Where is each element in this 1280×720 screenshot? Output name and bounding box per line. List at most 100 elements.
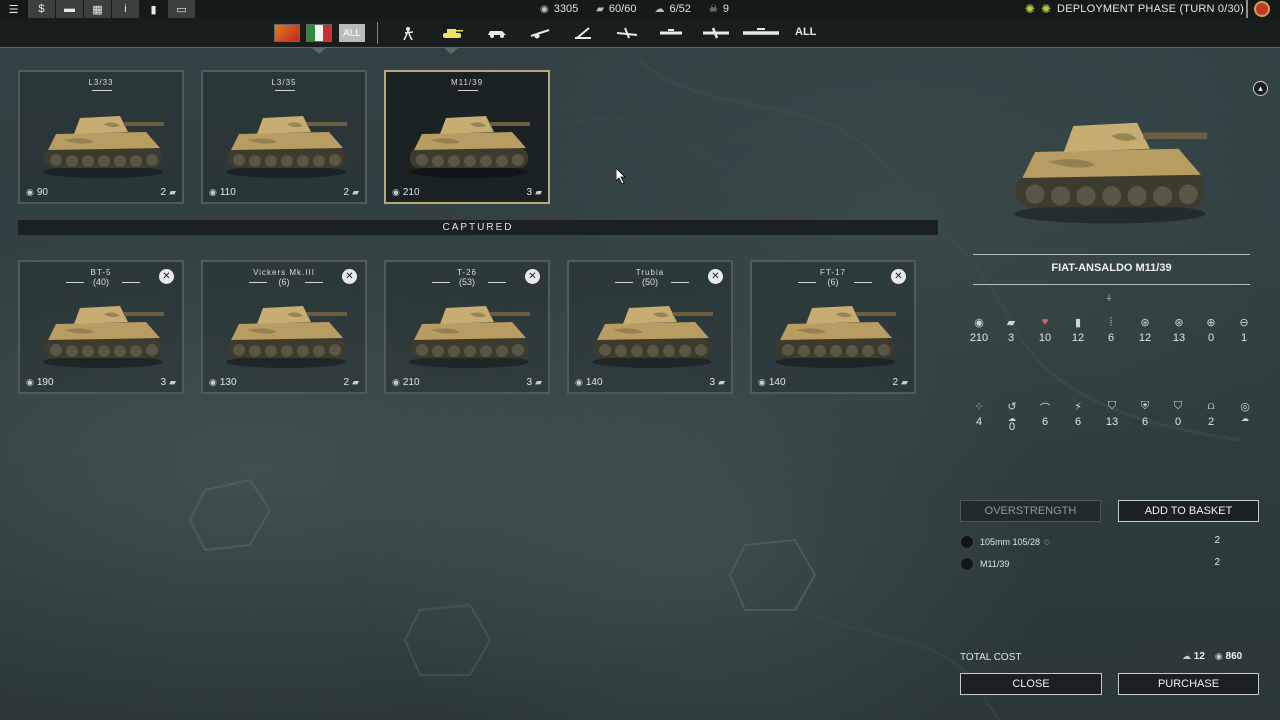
tank-image [43,306,164,368]
transport-plane-icon[interactable] [740,24,782,42]
faction-emblem-icon[interactable] [1254,1,1270,17]
remove-button[interactable]: ✕ [708,269,723,284]
cloud-icon: ☁ [654,3,665,15]
unit-card-trubia[interactable]: Trubia (50) ✕ ◉ 140 3 ▰ [567,260,733,394]
slots-icon: ▰ [1006,317,1016,329]
prestige-resource: ◉ 3305 [540,3,579,15]
divider [973,254,1250,255]
unit-name: FT-17 [820,268,846,277]
close-button[interactable]: CLOSE [960,673,1102,695]
basket-item[interactable]: M11/39 2 [960,556,1220,572]
unit-name: L3/33 [88,78,114,87]
stats-icon[interactable]: ▮ [140,0,168,18]
stat-air-attack: ⊕ 0 [1194,316,1228,344]
tank-image [409,306,530,368]
unit-name: L3/35 [271,78,297,87]
anti-air-icon[interactable] [572,24,596,42]
stat-naval-attack: ⊖ 1 [1227,316,1261,344]
money-icon[interactable]: $ [28,0,56,18]
unit-card-l3-33[interactable]: L3/33 ◉ 90 2 ▰ [18,70,184,204]
divider [275,90,295,91]
air-defense-icon: ⛉ [1173,400,1183,412]
stat-health: ♥ 10 [1028,316,1062,344]
coins-icon: ◉ [26,377,34,387]
unit-card-vickers[interactable]: Vickers Mk.III (6) ✕ ◉ 130 2 ▰ [201,260,367,394]
coins-icon: ◉ [26,187,34,197]
ground-defense-icon: ⛉ [1107,400,1117,412]
unit-card-ft-17[interactable]: FT-17 (6) ✕ ◉ 140 2 ▰ [750,260,916,394]
unit-cost: ◉ 140 [758,377,786,388]
collapse-panel-button[interactable]: ▲ [1253,81,1268,96]
remove-button[interactable]: ✕ [525,269,540,284]
tank-image [409,116,530,178]
infantry-icon[interactable] [398,24,418,42]
unit-card-bt-5[interactable]: BT-5 (40) ✕ ◉ 190 3 ▰ [18,260,184,394]
stat-entrenchment: ⩍ 2 [1194,400,1228,428]
tank-icon[interactable] [440,24,464,42]
tank-slots-resource: ▰ 60/60 [596,3,637,15]
armored-car-icon[interactable] [485,24,509,42]
tank-slots-icon: ▰ [352,377,359,387]
fighter-icon[interactable] [614,24,640,42]
movement-icon: ⁘ [974,401,984,413]
coins-icon: ◉ [1214,651,1223,661]
chat-icon[interactable]: ▬ [56,0,84,18]
hard-attack-icon: ⊛ [1174,317,1184,329]
divider [92,90,112,91]
remove-button[interactable]: ✕ [342,269,357,284]
stat-air-defense: ⛉ 0 [1161,400,1195,428]
unit-name: Vickers Mk.III [253,268,315,277]
remove-button[interactable]: ✕ [891,269,906,284]
coins-icon: ◉ [209,187,217,197]
naval-attack-icon: ⊖ [1239,317,1249,329]
tank-slots-icon: ▰ [535,187,542,197]
unit-card-l3-35[interactable]: L3/35 ◉ 110 2 ▰ [201,70,367,204]
unit-name: M11/39 [450,78,484,87]
coins-icon: ◉ [209,377,217,387]
coins-icon: ◉ [575,377,583,387]
menu-icon[interactable]: ☰ [0,0,28,18]
unit-card-m11-39[interactable]: M11/39 ◉ 210 3 ▰ [384,70,550,204]
italy-flag-icon[interactable] [306,24,332,42]
tank-image [592,306,713,368]
basket-item-radio[interactable] [960,557,974,571]
skull-icon: ☠ [708,3,718,15]
coins-icon: ◉ [758,377,766,387]
all-categories-button[interactable]: ALL [795,26,816,38]
purchase-button[interactable]: PURCHASE [1118,673,1259,695]
unit-slots: 2 ▰ [892,377,908,388]
nationalist-flag-icon[interactable] [274,24,300,42]
artillery-icon[interactable] [528,24,552,42]
strategic-bomber-icon[interactable] [700,24,732,42]
spotting-icon: ◎ [1240,401,1250,413]
tank-slots-icon: ▰ [352,187,359,197]
coins-icon: ◉ [540,3,549,15]
all-nations-button[interactable]: ALL [339,24,365,42]
divider [615,282,689,283]
stat-close-defense: ⛨ 6 [1128,400,1162,428]
tank-slots-icon: ▰ [169,377,176,387]
add-to-basket-button[interactable]: ADD TO BASKET [1118,500,1259,522]
tank-image [226,306,347,368]
divider [432,282,506,283]
divider [377,22,378,44]
overstrength-button[interactable]: OVERSTRENGTH [960,500,1101,522]
unit-cost: ◉ 190 [26,377,54,388]
minimap-icon[interactable]: ▭ [168,0,196,18]
cloud-icon: ☁ [1182,651,1191,661]
grid-icon[interactable]: ▦ [84,0,112,18]
unit-slots: 2 ▰ [160,187,176,198]
nation-selected-caret [312,48,326,54]
unit-card-t-26[interactable]: T-26 (53) ✕ ◉ 210 3 ▰ [384,260,550,394]
remove-button[interactable]: ✕ [159,269,174,284]
basket-item-radio[interactable] [960,535,974,549]
divider [249,282,323,283]
weather-icon: ✺ [1024,2,1035,16]
basket-item[interactable]: 105mm 105/28 ◌ 2 [960,534,1220,550]
stat-retreat-value: 0 [1008,421,1016,433]
stat-fuel: ▮ 12 [1061,316,1095,344]
cost-icon: ◉ [974,317,984,329]
tactical-bomber-icon[interactable] [657,24,685,42]
info-icon[interactable]: i [112,0,140,18]
close-defense-icon: ⛨ [1140,400,1150,412]
